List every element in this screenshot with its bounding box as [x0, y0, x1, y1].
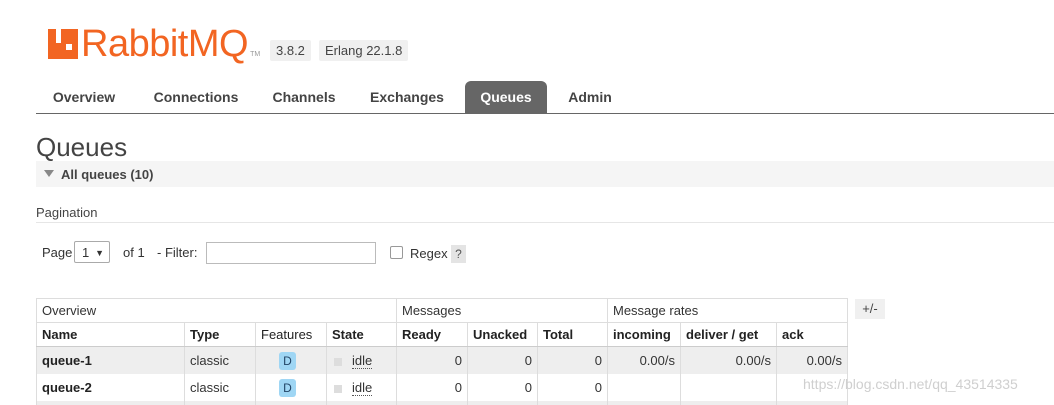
- logo-rabbit-text: Rabbit: [81, 23, 188, 65]
- chevron-down-icon: ▼: [95, 248, 104, 258]
- regex-help-button[interactable]: ?: [451, 245, 466, 263]
- total-count: 0: [537, 346, 608, 374]
- queue-type: classic: [184, 374, 256, 401]
- pagination-divider: [36, 222, 1054, 223]
- logo-wordmark: RabbitMQ: [81, 23, 249, 65]
- tab-channels[interactable]: Channels: [262, 81, 346, 113]
- total-count: 0: [537, 374, 608, 401]
- filter-label: - Filter:: [157, 245, 198, 260]
- page-count-label: of 1: [123, 245, 145, 260]
- col-state[interactable]: State: [326, 322, 397, 347]
- col-unacked[interactable]: Unacked: [467, 322, 538, 347]
- col-deliver-get[interactable]: deliver / get: [680, 322, 777, 347]
- deliver-get-rate: [680, 374, 777, 401]
- col-total[interactable]: Total: [537, 322, 608, 347]
- tab-connections[interactable]: Connections: [144, 81, 248, 113]
- rabbitmq-logo-icon: [48, 29, 78, 59]
- tab-queues[interactable]: Queues: [465, 81, 547, 113]
- logo-mq-text: MQ: [187, 23, 249, 65]
- pagination-label: Pagination: [36, 205, 98, 220]
- state-indicator-icon: [334, 384, 342, 393]
- state-indicator-icon: [334, 357, 342, 366]
- page-title: Queues: [36, 132, 128, 162]
- rabbitmq-logo[interactable]: RabbitMQ TM: [48, 22, 261, 65]
- queue-state: idle: [352, 353, 373, 369]
- queue-state: idle: [352, 380, 373, 396]
- erlang-version-badge: Erlang 22.1.8: [319, 40, 409, 61]
- version-badge: 3.8.2: [270, 40, 311, 61]
- incoming-rate: 0.00/s: [607, 346, 681, 374]
- tab-exchanges[interactable]: Exchanges: [360, 81, 454, 113]
- page-select-value: 1: [82, 245, 90, 260]
- column-toggle-button[interactable]: +/-: [855, 299, 885, 319]
- group-overview: Overview: [36, 298, 397, 323]
- regex-checkbox[interactable]: [390, 246, 403, 259]
- collapse-triangle-icon: [44, 170, 54, 177]
- queue-type: classic: [184, 346, 256, 374]
- unacked-count: 0: [467, 346, 538, 374]
- main-nav-tabs: Overview Connections Channels Exchanges …: [36, 81, 1054, 114]
- col-ready[interactable]: Ready: [396, 322, 468, 347]
- page-select[interactable]: 1 ▼: [74, 241, 110, 263]
- ready-count: 0: [396, 374, 468, 401]
- all-queues-label: All queues (10): [61, 167, 154, 182]
- page-label: Page: [42, 245, 73, 260]
- watermark-text: https://blog.csdn.net/qq_43514335: [803, 376, 1018, 392]
- tab-overview[interactable]: Overview: [36, 81, 132, 113]
- ready-count: 0: [396, 346, 468, 374]
- queue-name-link[interactable]: queue-2: [36, 374, 185, 401]
- logo-trademark: TM: [250, 51, 261, 58]
- queue-name-link[interactable]: queue-1: [36, 346, 185, 374]
- all-queues-section-toggle[interactable]: All queues (10): [36, 161, 1054, 187]
- deliver-get-rate: 0.00/s: [680, 346, 777, 374]
- durable-badge: D: [279, 351, 296, 370]
- tab-admin[interactable]: Admin: [557, 81, 623, 113]
- col-name[interactable]: Name: [36, 322, 185, 347]
- col-type[interactable]: Type: [184, 322, 256, 347]
- durable-badge: D: [279, 378, 296, 397]
- regex-label: Regex: [410, 246, 448, 261]
- col-ack[interactable]: ack: [776, 322, 848, 347]
- table-row-partial: [36, 401, 848, 405]
- table-row: queue-2 classic D idle 0 0 0: [36, 374, 848, 401]
- unacked-count: 0: [467, 374, 538, 401]
- queues-table: Overview Messages Message rates Name Typ…: [36, 298, 848, 405]
- col-features: Features: [255, 322, 327, 347]
- group-messages: Messages: [396, 298, 608, 323]
- filter-input[interactable]: [206, 242, 376, 264]
- ack-rate: 0.00/s: [776, 346, 848, 374]
- table-row: queue-1 classic D idle 0 0 0 0.00/s 0.00…: [36, 346, 848, 374]
- incoming-rate: [607, 374, 681, 401]
- group-message-rates: Message rates: [607, 298, 848, 323]
- col-incoming[interactable]: incoming: [607, 322, 681, 347]
